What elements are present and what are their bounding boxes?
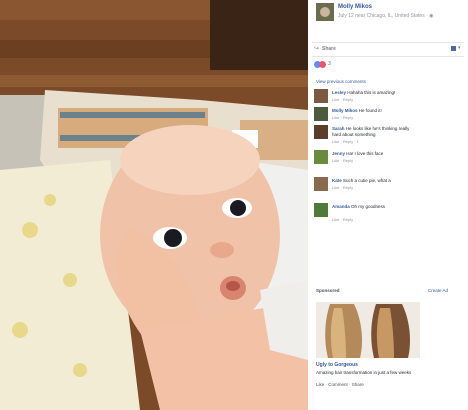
comment: Sarah He looks like he's thinking really… [314, 125, 464, 149]
commenter-avatar[interactable] [314, 203, 328, 217]
comment-text: Kate Such a cutie pie, what a [332, 178, 464, 184]
sponsored-ad: Sponsored Create Ad Ugly to Gorgeous Ama… [308, 282, 468, 410]
commenter-avatar[interactable] [314, 177, 328, 191]
commenter-name[interactable]: Jenny [332, 151, 345, 156]
page-selector-icon[interactable] [451, 46, 456, 51]
divider [312, 56, 464, 57]
post-meta: July 12 near Chicago, IL, United States … [338, 13, 434, 19]
comment-actions[interactable]: Like · Reply [332, 115, 353, 120]
comment-actions[interactable]: Like · Reply [332, 97, 353, 102]
commenter-avatar[interactable] [314, 150, 328, 164]
commenter-name[interactable]: Amanda [332, 204, 350, 209]
chevron-down-icon[interactable]: ▾ [458, 45, 461, 51]
comment-text: Molly Mikos He found it! [332, 108, 464, 114]
comment-body: He looks like he's thinking really [345, 126, 410, 131]
comment-body: Such a cutie pie, what a [343, 178, 391, 183]
commenter-avatar[interactable] [314, 89, 328, 103]
photo-viewer: Molly Mikos July 12 near Chicago, IL, Un… [0, 0, 468, 410]
author-name[interactable]: Molly Mikos [338, 4, 372, 10]
post-sidebar: Molly Mikos July 12 near Chicago, IL, Un… [308, 0, 468, 410]
comment-body: Hahaha this is amazing! [347, 90, 396, 95]
ad-text: Amazing hair transformation in just a fe… [316, 370, 412, 375]
globe-icon: ◉ [429, 13, 434, 19]
comment-text: Amanda Oh my goodness [332, 204, 464, 210]
comment: Kate Such a cutie pie, what a Like · Rep… [314, 177, 464, 201]
commenter-name[interactable]: Kate [332, 178, 342, 183]
sponsored-label: Sponsored [316, 288, 340, 293]
share-icon: ↪ [314, 46, 320, 52]
commenter-name[interactable]: Molly Mikos [332, 108, 358, 113]
comment-body: Oh my goodness [351, 204, 386, 209]
ad-actions[interactable]: Like · Comment · Share [316, 382, 364, 387]
commenter-name[interactable]: Lesley [332, 90, 346, 95]
post-header: Molly Mikos July 12 near Chicago, IL, Un… [308, 0, 468, 42]
comment-text: Jenny Ha! I love this face [332, 151, 464, 157]
create-ad-link[interactable]: Create Ad [428, 288, 448, 293]
comment-actions[interactable]: Like · Reply · 1 [332, 139, 359, 144]
share-row: ↪ Share ▾ [308, 43, 468, 55]
author-avatar[interactable] [316, 3, 334, 21]
commenter-name[interactable]: Sarah [332, 126, 345, 131]
reaction-count: 3 [328, 61, 331, 67]
ad-image[interactable] [316, 302, 420, 358]
comment: Jenny Ha! I love this face Like · Reply [314, 150, 464, 174]
comment-actions[interactable]: Like · Reply [332, 185, 353, 190]
comment-body: Ha! I love this face [346, 151, 384, 156]
comment-actions[interactable]: Like · Reply [332, 158, 353, 163]
share-button[interactable]: Share [322, 46, 336, 52]
view-previous-comments-link[interactable]: View previous comments [316, 79, 366, 84]
comment-actions[interactable]: Like · Reply [332, 217, 353, 222]
comment-text: Lesley Hahaha this is amazing! [332, 90, 464, 96]
commenter-avatar[interactable] [314, 107, 328, 121]
comment-text-continued: hard about something [332, 132, 376, 137]
post-date-location[interactable]: July 12 near Chicago, IL, United States … [338, 13, 429, 19]
ad-title[interactable]: Ugly to Gorgeous [316, 362, 358, 368]
comment: Amanda Oh my goodness Like · Reply [314, 203, 464, 227]
reaction-summary[interactable]: 3 [314, 61, 354, 71]
love-reaction-icon [319, 61, 326, 68]
comment-body: He found it! [358, 108, 382, 113]
commenter-avatar[interactable] [314, 125, 328, 139]
post-photo[interactable] [0, 0, 308, 410]
